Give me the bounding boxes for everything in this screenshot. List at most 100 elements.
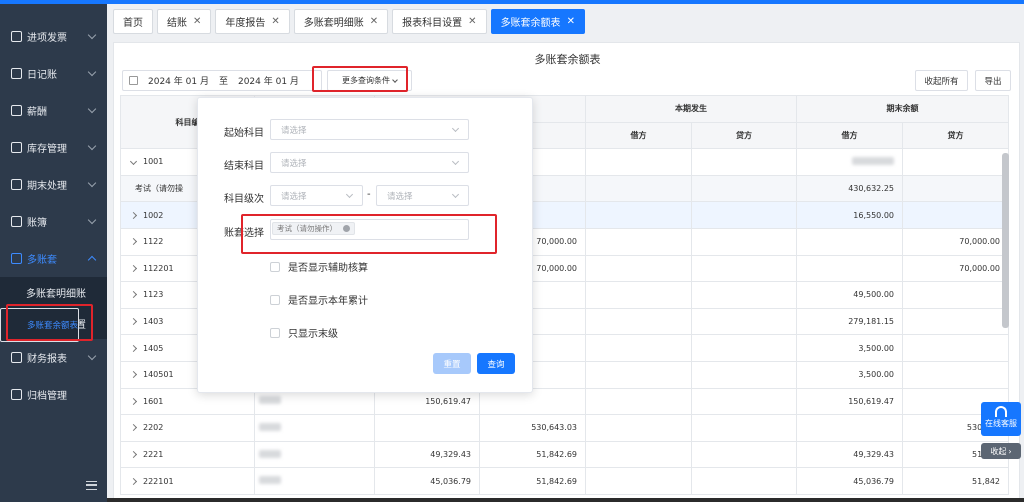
chevron-right-icon[interactable] [129, 318, 138, 326]
chevron-right-icon[interactable] [129, 477, 138, 485]
chevron-right-icon[interactable] [129, 371, 138, 379]
sidebar-item-label: 账簿 [27, 218, 47, 229]
blurred-text [852, 156, 894, 165]
export-button[interactable]: 导出 [975, 70, 1011, 91]
code-text: 1403 [143, 317, 164, 327]
start-subject-select[interactable]: 请选择 [270, 119, 469, 140]
sidebar-item-label: 日记账 [27, 70, 57, 81]
vertical-scrollbar[interactable] [1002, 153, 1009, 328]
close-icon[interactable]: ✕ [271, 16, 279, 27]
cell-code: 2221 [120, 440, 255, 469]
table-row[interactable]: 2202530,643.03530,643 [120, 414, 1009, 442]
chevron-right-icon[interactable] [129, 291, 138, 299]
close-icon[interactable]: ✕ [567, 16, 575, 27]
sidebar-item-label: 归档管理 [27, 391, 67, 402]
chevron-down-icon [87, 30, 97, 40]
sidebar-subitem-multi-detail[interactable]: 多账套明细账 [0, 277, 107, 308]
chevron-right-icon[interactable] [129, 450, 138, 459]
checkbox-box[interactable] [270, 327, 280, 338]
more-filters-button[interactable]: 更多查询条件 [327, 70, 412, 91]
subject-level-to-select[interactable]: 请选择 [376, 185, 469, 206]
chevron-right-icon[interactable] [129, 424, 138, 432]
tab-home[interactable]: 首页 [113, 9, 153, 34]
close-icon[interactable]: ✕ [468, 16, 476, 27]
reset-button[interactable]: 重置 [433, 353, 471, 374]
date-from: 2024 年 01 月 [148, 77, 209, 87]
end-subject-select[interactable]: 请选择 [270, 152, 469, 173]
show-aux-checkbox[interactable]: 是否显示辅助核算 [270, 259, 368, 274]
cell-c7 [902, 174, 1009, 203]
chevron-right-icon[interactable] [129, 264, 138, 272]
chevron-right-icon[interactable] [129, 344, 138, 352]
cell-c7: 70,000.00 [902, 254, 1009, 283]
collapse-all-button[interactable]: 收起所有 [915, 70, 968, 91]
selected-ledger-tag: 考试（请勿操作） [272, 222, 355, 235]
chevron-down-icon [87, 141, 97, 151]
cell-c6: 49,500.00 [796, 281, 903, 309]
end-subject-label: 结束科目 [224, 161, 264, 172]
sidebar-item-financial-report[interactable]: 财务报表 [0, 339, 107, 376]
sidebar-subitem-multi-balance[interactable]: 多账套余额表 [0, 308, 80, 342]
sidebar-item-inventory[interactable]: 库存管理 [0, 129, 107, 166]
headset-icon [995, 406, 1007, 417]
cell-c5 [691, 201, 797, 229]
period-end-icon [11, 179, 22, 190]
online-service-button[interactable]: 在线客服 [981, 402, 1021, 436]
checkbox-box[interactable] [270, 294, 280, 305]
code-text: 1002 [143, 210, 164, 220]
sidebar-item-archive[interactable]: 归档管理 [0, 376, 107, 413]
start-subject-label: 起始科目 [224, 128, 264, 139]
chevron-down-icon [451, 190, 460, 199]
date-range-picker[interactable]: 2024 年 01 月 至 2024 年 01 月 [122, 70, 322, 91]
checkbox-box[interactable] [270, 261, 280, 272]
sidebar-item-ledger[interactable]: 账簿 [0, 203, 107, 240]
sidebar-item-multi-ledger[interactable]: 多账套 [0, 240, 107, 277]
cell-name [254, 467, 375, 495]
tab-report-subject-settings[interactable]: 报表科目设置 ✕ [392, 9, 487, 34]
cell-c4 [585, 174, 692, 203]
query-button[interactable]: 查询 [477, 353, 515, 374]
blurred-text [259, 449, 281, 458]
code-text: 1122 [143, 237, 164, 247]
subject-level-from-select[interactable]: 请选择 [270, 185, 363, 206]
code-text: 1001 [143, 157, 164, 167]
sidebar-item-salary[interactable]: 薪酬 [0, 92, 107, 129]
tag-close-icon[interactable] [343, 225, 350, 232]
chevron-right-icon[interactable] [129, 211, 138, 219]
journal-icon [11, 68, 22, 79]
multi-ledger-icon [11, 253, 22, 264]
chevron-right-icon[interactable] [129, 238, 138, 246]
tab-label: 报表科目设置 [402, 18, 463, 29]
sidebar-item-period-end[interactable]: 期末处理 [0, 166, 107, 203]
table-row[interactable]: 222101 45,036.79 51,842.69 45,036.79 51,842 [120, 467, 1009, 495]
tab-annual-report[interactable]: 年度报告 ✕ [215, 9, 290, 34]
close-icon[interactable]: ✕ [370, 16, 378, 27]
tab-multi-balance[interactable]: 多账套余额表 ✕ [490, 9, 585, 34]
sidebar-item-input-invoice[interactable]: 进项发票 [0, 18, 107, 55]
collapse-menu-icon[interactable] [86, 481, 97, 490]
cell-c3: 51,842.69 [479, 467, 586, 495]
cell-c2: 45,036.79 [374, 467, 480, 495]
table-row[interactable]: 222149,329.4351,842.6949,329.4351,842 [120, 440, 1009, 469]
sidebar-item-journal[interactable]: 日记账 [0, 55, 107, 92]
chevron-down-icon[interactable] [129, 158, 138, 166]
blurred-text [259, 396, 281, 405]
cell-name [254, 440, 375, 469]
chevron-right-icon[interactable] [129, 397, 138, 405]
tab-closing[interactable]: 结账 ✕ [157, 9, 212, 34]
cell-c5 [691, 440, 797, 469]
cell-c4 [585, 227, 692, 256]
date-to: 2024 年 01 月 [237, 77, 299, 87]
cell-c6 [796, 227, 903, 256]
cell-c7 [902, 307, 1009, 336]
cell-c3: 530,643.03 [479, 414, 586, 442]
more-filters-label: 更多查询条件 [342, 76, 390, 85]
cell-c7: 51,842 [902, 467, 1009, 495]
tab-label: 多账套余额表 [500, 18, 561, 29]
leaf-only-checkbox[interactable]: 只显示末级 [270, 325, 338, 340]
cell-c6: 45,036.79 [796, 467, 903, 495]
service-collapse-button[interactable]: 收起 › [981, 443, 1021, 459]
show-year-total-checkbox[interactable]: 是否显示本年累计 [270, 292, 368, 307]
tab-multi-detail[interactable]: 多账套明细账 ✕ [293, 9, 389, 34]
close-icon[interactable]: ✕ [193, 16, 201, 27]
